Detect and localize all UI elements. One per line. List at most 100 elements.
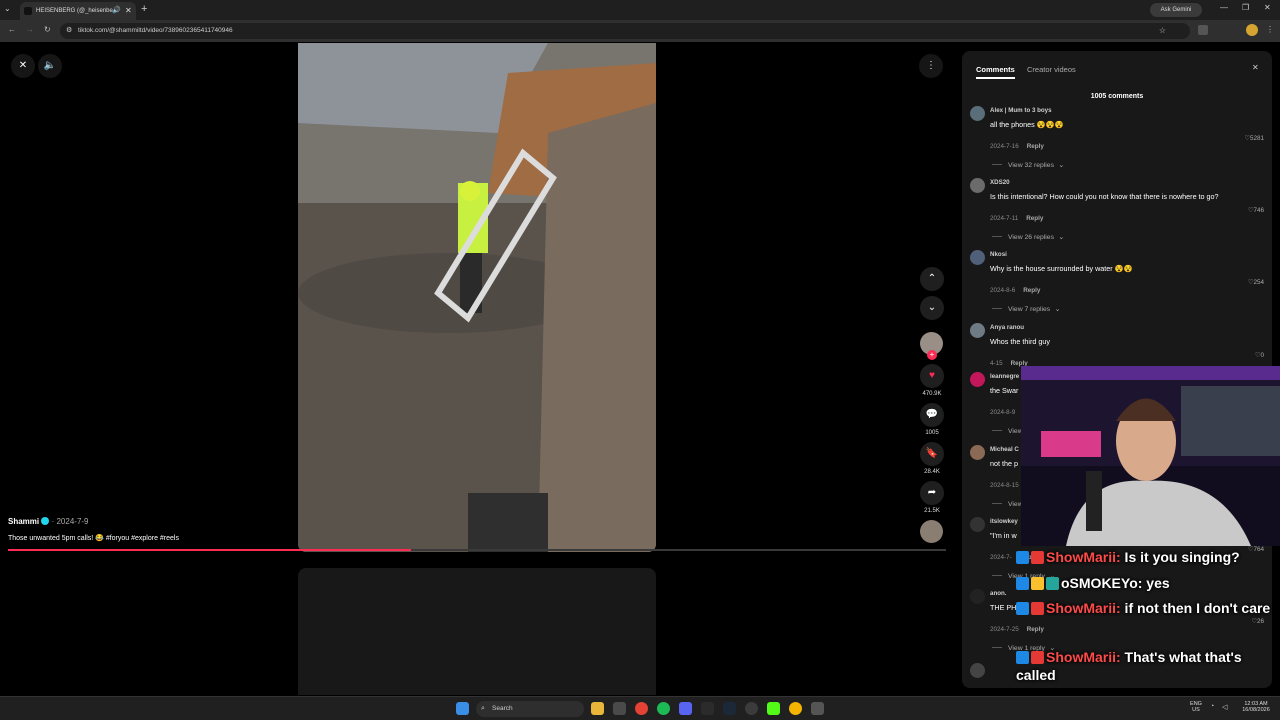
bookmark-icon[interactable]: 🔖: [920, 442, 944, 466]
commenter-avatar[interactable]: [970, 445, 985, 460]
chevron-down-icon: ⌄: [1058, 162, 1065, 169]
tab-audio-icon[interactable]: 🔊: [112, 2, 121, 20]
commenter-name[interactable]: Nkosi: [990, 251, 1007, 258]
comment-date: 2024-7-16: [990, 143, 1019, 150]
language-indicator[interactable]: ENG US: [1186, 701, 1206, 713]
commenter-name[interactable]: Alex | Mum to 3 boys: [990, 107, 1052, 114]
comment-meta: 2024-8-6 Reply: [990, 279, 1040, 297]
forward-icon[interactable]: →: [26, 25, 34, 34]
author-name[interactable]: Shammi: [8, 517, 39, 526]
obs-icon[interactable]: [745, 702, 758, 715]
comments-count-header: 1005 comments: [1090, 93, 1144, 100]
commenter-avatar[interactable]: [970, 178, 985, 193]
commenter-avatar[interactable]: [970, 106, 985, 121]
back-icon[interactable]: ←: [8, 25, 16, 34]
next-video-icon[interactable]: ⌄: [920, 296, 944, 320]
terminal-icon[interactable]: [701, 702, 714, 715]
comment-like-count[interactable]: ♡746: [1248, 207, 1264, 214]
video-progress-bar[interactable]: [8, 549, 946, 551]
previous-video-icon[interactable]: ⌃: [920, 267, 944, 291]
search-icon: ⌕: [481, 705, 485, 712]
comment-date: 2024-8-15: [990, 482, 1019, 489]
reply-button[interactable]: Reply: [1023, 287, 1040, 294]
commenter-name[interactable]: anon.: [990, 590, 1007, 597]
comment-meta: 2024-7-25 Reply: [990, 618, 1044, 636]
sound-disc-avatar[interactable]: [920, 520, 943, 543]
view-replies-button[interactable]: View 7 replies ⌄: [992, 298, 1060, 316]
kick-icon[interactable]: [767, 702, 780, 715]
chat-badge-icon: [1031, 551, 1044, 564]
view-replies-button[interactable]: View 32 replies ⌄: [992, 154, 1064, 172]
app-icon[interactable]: [811, 702, 824, 715]
like-count-value: 746: [1253, 207, 1264, 214]
comment-item: Nkosi Why is the house surrounded by wate…: [962, 250, 1272, 313]
more-options-icon[interactable]: ⋮: [919, 54, 943, 78]
calendar-app-icon[interactable]: [613, 702, 626, 715]
commenter-avatar[interactable]: [970, 517, 985, 532]
video-frame: [298, 43, 656, 552]
commenter-name[interactable]: itslowkey: [990, 518, 1018, 525]
chat-message: ShowMarii: Is it you singing?: [1016, 548, 1280, 566]
site-info-icon[interactable]: ⚙: [66, 23, 72, 39]
share-arrow-icon[interactable]: ➦: [920, 481, 944, 505]
commenter-avatar[interactable]: [970, 323, 985, 338]
comment-date: 2024-8-6: [990, 287, 1016, 294]
tab-close-icon[interactable]: ✕: [125, 2, 132, 20]
profile-avatar[interactable]: [1246, 24, 1258, 36]
close-window-icon[interactable]: ✕: [1264, 3, 1271, 12]
file-explorer-icon[interactable]: [591, 702, 604, 715]
maximize-icon[interactable]: ❐: [1242, 3, 1249, 12]
chrome-canary-icon[interactable]: [789, 702, 802, 715]
view-replies-button[interactable]: View 26 replies ⌄: [992, 226, 1064, 244]
tab-comments[interactable]: Comments: [976, 65, 1015, 74]
ask-gemini-button[interactable]: Ask Gemini: [1150, 3, 1202, 17]
steam-icon[interactable]: [723, 702, 736, 715]
start-windows-icon[interactable]: [456, 702, 469, 715]
browser-tab[interactable]: HEISENBERG (@_heisenbe 🔊 ✕: [20, 2, 136, 20]
comment-like-count[interactable]: ♡254: [1248, 279, 1264, 286]
comment-icon[interactable]: 💬: [920, 403, 944, 427]
reply-button[interactable]: Reply: [1027, 626, 1044, 633]
like-heart-icon[interactable]: ♥: [920, 364, 944, 388]
commenter-name[interactable]: Micheal C: [990, 446, 1019, 453]
chat-username: oSMOKEYo:: [1061, 575, 1143, 591]
close-video-icon[interactable]: ✕: [11, 54, 35, 78]
comment-like-count[interactable]: ♡26: [1251, 618, 1264, 625]
next-video-placeholder[interactable]: [298, 568, 656, 695]
minimize-icon[interactable]: —: [1220, 3, 1228, 12]
wifi-icon[interactable]: ◔: [1210, 703, 1214, 710]
address-bar[interactable]: ⚙ tiktok.com/@shammiltd/video/7389602365…: [60, 23, 1190, 39]
commenter-name[interactable]: XDS20: [990, 179, 1010, 186]
reply-button[interactable]: Reply: [1027, 143, 1044, 150]
comment-like-count[interactable]: ♡0: [1255, 352, 1264, 359]
volume-icon[interactable]: 🔈: [38, 54, 62, 78]
chrome-icon[interactable]: [635, 702, 648, 715]
discord-icon[interactable]: [679, 702, 692, 715]
replies-divider: [992, 575, 1002, 576]
speaker-icon[interactable]: ◁: [1222, 703, 1227, 711]
commenter-avatar[interactable]: [970, 589, 985, 604]
commenter-name[interactable]: Anya ranou: [990, 324, 1024, 331]
comment-date: 2024-8-9: [990, 409, 1016, 416]
spotify-icon[interactable]: [657, 702, 670, 715]
reload-icon[interactable]: ↻: [44, 25, 51, 34]
commenter-avatar[interactable]: [970, 250, 985, 265]
bookmark-star-icon[interactable]: ☆: [1159, 23, 1166, 39]
follow-plus-icon[interactable]: +: [927, 350, 937, 360]
video-caption: Those unwanted 5pm calls! 😂 #foryou #exp…: [8, 535, 179, 542]
chat-badge-icon: [1031, 651, 1044, 664]
clock[interactable]: 12:03 AM 16/08/2026: [1236, 701, 1276, 713]
video-player[interactable]: [298, 43, 656, 552]
tab-list-icon[interactable]: ⌄: [4, 4, 11, 13]
chat-username: ShowMarii:: [1046, 549, 1121, 565]
close-panel-icon[interactable]: ✕: [1252, 63, 1259, 72]
new-tab-button[interactable]: +: [141, 3, 147, 15]
reply-button[interactable]: Reply: [1026, 215, 1043, 222]
browser-menu-icon[interactable]: ⋮: [1266, 25, 1274, 34]
taskbar-search[interactable]: ⌕ Search: [476, 701, 584, 717]
tab-creator-videos[interactable]: Creator videos: [1027, 65, 1076, 74]
commenter-avatar[interactable]: [970, 372, 985, 387]
commenter-name[interactable]: leannegre: [990, 373, 1019, 380]
extensions-icon[interactable]: [1198, 25, 1208, 35]
comment-like-count[interactable]: ♡5281: [1244, 135, 1264, 142]
